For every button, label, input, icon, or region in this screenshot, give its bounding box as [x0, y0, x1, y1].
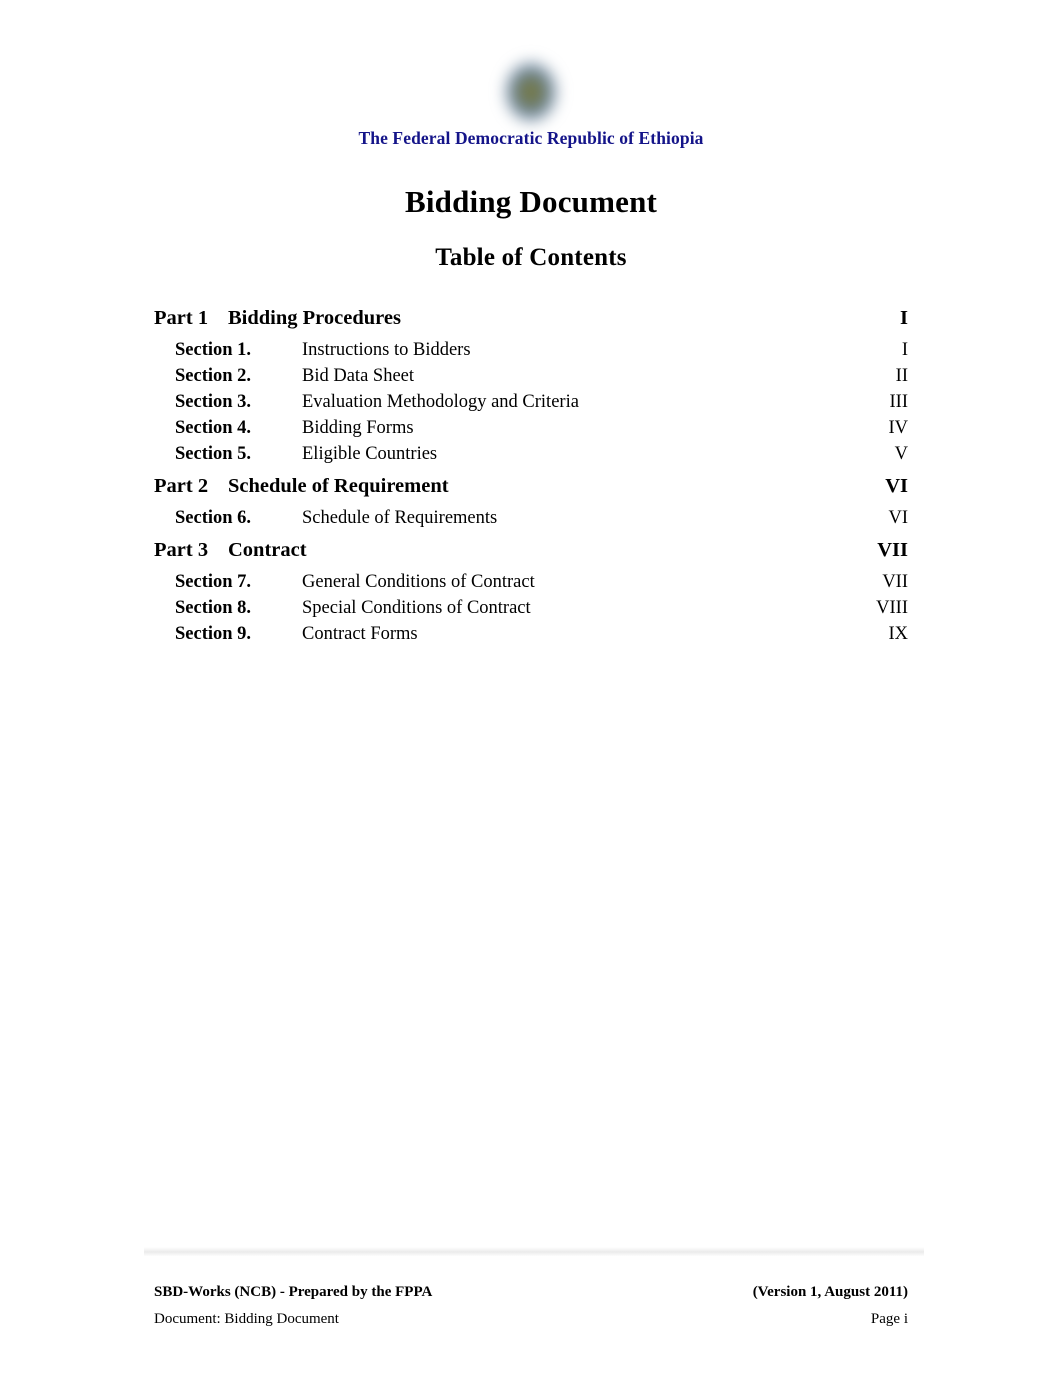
toc-section-label: Section 4.	[175, 418, 252, 438]
toc-section-name: Evaluation Methodology and Criteria	[302, 392, 579, 412]
toc-section-page: VI	[888, 508, 908, 528]
toc-part-page: I	[900, 307, 908, 329]
footer-divider	[144, 1247, 924, 1256]
document-page: The Federal Democratic Republic of Ethio…	[0, 0, 1062, 1376]
table-of-contents: Part 1 Bidding Procedures I Section 1. I…	[154, 307, 908, 650]
toc-part-row[interactable]: Part 3 Contract VII	[154, 539, 908, 572]
toc-part-name: Schedule of Requirement	[228, 475, 449, 497]
toc-section-name: Bid Data Sheet	[302, 366, 415, 386]
document-header: The Federal Democratic Republic of Ethio…	[0, 0, 1062, 271]
toc-part-page: VII	[877, 539, 908, 561]
footer-version: (Version 1, August 2011)	[752, 1284, 908, 1300]
footer-page-number: Page i	[870, 1311, 908, 1327]
toc-section-row[interactable]: Section 6. Schedule of Requirements VI	[154, 508, 908, 534]
toc-section-label: Section 5.	[175, 444, 252, 464]
emblem-container	[0, 0, 1062, 146]
toc-section-label: Section 7.	[175, 572, 252, 592]
toc-section-page: IV	[888, 418, 908, 438]
toc-section-name: Contract Forms	[302, 624, 418, 644]
page-footer: SBD-Works (NCB) - Prepared by the FPPA (…	[144, 1247, 924, 1328]
toc-section-page: V	[894, 444, 908, 464]
toc-section-name: Schedule of Requirements	[302, 508, 498, 528]
footer-top-line: SBD-Works (NCB) - Prepared by the FPPA (…	[154, 1284, 908, 1301]
toc-section-name: General Conditions of Contract	[302, 572, 535, 592]
toc-section-row[interactable]: Section 5. Eligible Countries V	[154, 444, 908, 470]
toc-section-name: Bidding Forms	[302, 418, 414, 438]
toc-section-page: III	[889, 392, 908, 412]
toc-section-name: Instructions to Bidders	[302, 340, 471, 360]
toc-part-label: Part 1	[154, 307, 209, 329]
toc-section-page: IX	[888, 624, 908, 644]
toc-part-row[interactable]: Part 2 Schedule of Requirement VI	[154, 475, 908, 508]
toc-part-label: Part 2	[154, 475, 209, 497]
toc-section-page: II	[895, 366, 908, 386]
toc-section-row[interactable]: Section 9. Contract Forms IX	[154, 624, 908, 650]
toc-section-row[interactable]: Section 3. Evaluation Methodology and Cr…	[154, 392, 908, 418]
toc-section-name: Eligible Countries	[302, 444, 438, 464]
toc-section-page: VII	[882, 572, 908, 592]
page-title: Bidding Document	[404, 184, 658, 219]
organization-title: The Federal Democratic Republic of Ethio…	[358, 128, 704, 148]
toc-section-label: Section 2.	[175, 366, 252, 386]
toc-section-row[interactable]: Section 2. Bid Data Sheet II	[154, 366, 908, 392]
toc-section-row[interactable]: Section 7. General Conditions of Contrac…	[154, 572, 908, 598]
table-of-contents-heading: Table of Contents	[435, 244, 627, 271]
toc-section-label: Section 6.	[175, 508, 252, 528]
toc-section-name: Special Conditions of Contract	[302, 598, 531, 618]
toc-part-row[interactable]: Part 1 Bidding Procedures I	[154, 307, 908, 340]
footer-prepared-by: SBD-Works (NCB) - Prepared by the FPPA	[154, 1284, 433, 1300]
toc-section-row[interactable]: Section 1. Instructions to Bidders I	[154, 340, 908, 366]
toc-section-row[interactable]: Section 8. Special Conditions of Contrac…	[154, 598, 908, 624]
toc-section-page: I	[901, 340, 908, 360]
toc-section-row[interactable]: Section 4. Bidding Forms IV	[154, 418, 908, 444]
footer-bottom-line: Document: Bidding Document Page i	[154, 1311, 908, 1328]
toc-section-label: Section 8.	[175, 598, 252, 618]
toc-section-label: Section 9.	[175, 624, 252, 644]
toc-part-name: Bidding Procedures	[228, 307, 401, 329]
toc-section-label: Section 1.	[175, 340, 252, 360]
toc-part-page: VI	[885, 475, 908, 497]
toc-part-label: Part 3	[154, 539, 209, 561]
footer-document-name: Document: Bidding Document	[154, 1311, 339, 1327]
toc-section-page: VIII	[876, 598, 908, 618]
toc-part-name: Contract	[228, 539, 307, 561]
toc-section-label: Section 3.	[175, 392, 252, 412]
